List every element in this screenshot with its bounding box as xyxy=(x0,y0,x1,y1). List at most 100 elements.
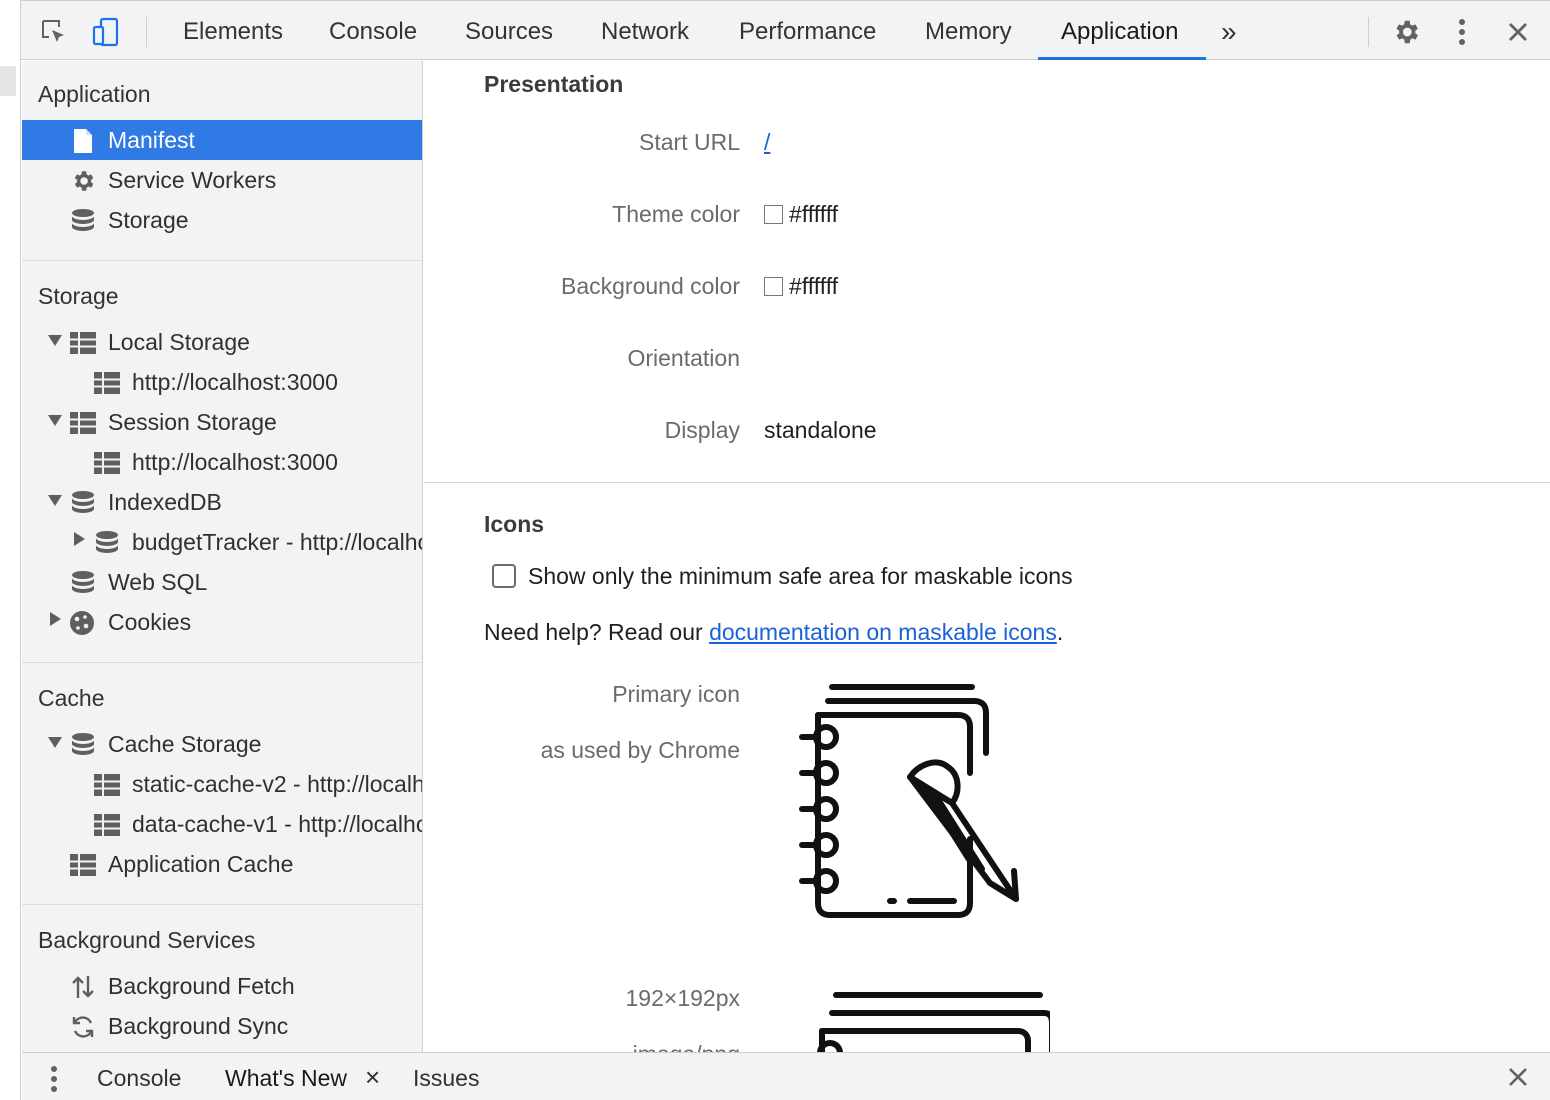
toolbar-separator xyxy=(146,17,147,47)
background-color-text: #ffffff xyxy=(789,273,839,299)
tab-elements[interactable]: Elements xyxy=(183,1,283,60)
sync-icon xyxy=(70,1014,96,1040)
close-drawer-icon[interactable] xyxy=(1508,1067,1528,1092)
drawer-tab-whats-new[interactable]: What's New xyxy=(225,1065,347,1092)
color-swatch xyxy=(764,277,783,296)
section-title-application: Application xyxy=(38,81,151,107)
inspect-element-icon[interactable] xyxy=(37,15,71,49)
device-toolbar-icon[interactable] xyxy=(89,15,123,49)
sidebar-item-label: Cookies xyxy=(108,609,192,635)
sidebar-item-application-cache[interactable]: Application Cache xyxy=(22,844,422,884)
sidebar-item-label: IndexedDB xyxy=(108,489,222,515)
sidebar-item-label: Manifest xyxy=(108,127,195,153)
maskable-checkbox-label: Show only the minimum safe area for mask… xyxy=(528,563,1073,589)
sidebar-item-label: http://localhost:3000 xyxy=(132,369,338,395)
theme-color-text: #ffffff xyxy=(789,201,839,227)
expand-arrow-icon[interactable] xyxy=(48,495,62,506)
more-tabs-icon[interactable]: » xyxy=(1221,1,1237,60)
section-divider xyxy=(22,662,422,663)
expand-arrow-icon[interactable] xyxy=(48,335,62,346)
theme-color-value: #ffffff xyxy=(764,201,838,228)
section-title-storage: Storage xyxy=(38,283,119,309)
sidebar-item-indexeddb[interactable]: IndexedDB xyxy=(22,482,422,522)
sidebar-item-label: Background Fetch xyxy=(108,973,295,999)
sidebar-item-static-cache[interactable]: static-cache-v2 - http://localhost:3000 xyxy=(22,764,422,804)
primary-icon-label: Primary icon xyxy=(612,681,740,707)
sidebar-item-web-sql[interactable]: Web SQL xyxy=(22,562,422,602)
sidebar-item-session-storage-origin[interactable]: http://localhost:3000 xyxy=(22,442,422,482)
grid-icon xyxy=(94,370,120,396)
tab-memory[interactable]: Memory xyxy=(925,1,1012,60)
primary-icon-sublabel: as used by Chrome xyxy=(540,737,740,763)
settings-gear-icon[interactable] xyxy=(1389,15,1423,49)
sidebar-item-label: Application Cache xyxy=(108,851,294,877)
sidebar-item-indexeddb-budgettracker[interactable]: budgetTracker - http://localhost:3000 xyxy=(22,522,422,562)
sidebar-item-label: Storage xyxy=(108,207,189,233)
gear-icon xyxy=(70,168,96,194)
sidebar-item-background-sync[interactable]: Background Sync xyxy=(22,1006,422,1046)
section-title-cache: Cache xyxy=(38,685,105,711)
maskable-docs-link[interactable]: documentation on maskable icons xyxy=(709,619,1057,645)
more-vertical-icon[interactable] xyxy=(1445,15,1479,49)
close-tab-icon[interactable]: × xyxy=(365,1062,380,1093)
scroll-marker xyxy=(0,66,16,96)
grid-icon xyxy=(94,812,120,838)
grid-icon xyxy=(94,772,120,798)
sidebar-item-manifest[interactable]: Manifest xyxy=(22,120,422,160)
sidebar-item-cache-storage[interactable]: Cache Storage xyxy=(22,724,422,764)
drawer-tab-console[interactable]: Console xyxy=(97,1065,181,1092)
sidebar-item-local-storage-origin[interactable]: http://localhost:3000 xyxy=(22,362,422,402)
help-text: Need help? Read our documentation on mas… xyxy=(484,619,1063,646)
tab-network[interactable]: Network xyxy=(601,1,689,60)
icon-type-label: image/png xyxy=(424,1041,740,1052)
grid-icon xyxy=(70,410,96,436)
sidebar-item-background-fetch[interactable]: Background Fetch xyxy=(22,966,422,1006)
help-suffix: . xyxy=(1056,619,1064,645)
section-heading-icons: Icons xyxy=(484,511,545,537)
start-url-label: Start URL xyxy=(639,129,740,155)
tab-console[interactable]: Console xyxy=(329,1,417,60)
database-icon xyxy=(70,208,96,234)
start-url-link[interactable]: / xyxy=(764,129,770,156)
section-divider xyxy=(424,482,1550,483)
color-swatch xyxy=(764,205,783,224)
tab-sources[interactable]: Sources xyxy=(465,1,553,60)
grid-icon xyxy=(70,852,96,878)
expand-arrow-icon[interactable] xyxy=(74,532,85,546)
help-prefix: Need help? Read our xyxy=(484,619,710,645)
expand-arrow-icon[interactable] xyxy=(48,415,62,426)
display-value: standalone xyxy=(764,417,877,443)
maskable-safe-area-checkbox[interactable] xyxy=(492,564,516,588)
drawer-tab-issues[interactable]: Issues xyxy=(413,1065,479,1092)
close-icon[interactable] xyxy=(1501,15,1535,49)
expand-arrow-icon[interactable] xyxy=(48,737,62,748)
tab-performance[interactable]: Performance xyxy=(739,1,876,60)
sidebar-item-local-storage[interactable]: Local Storage xyxy=(22,322,422,362)
section-title-background-services: Background Services xyxy=(38,927,256,953)
sidebar-item-data-cache[interactable]: data-cache-v1 - http://localhost:3000 xyxy=(22,804,422,844)
expand-arrow-icon[interactable] xyxy=(50,612,61,626)
sidebar-item-storage[interactable]: Storage xyxy=(22,200,422,240)
notebook-icon-192 xyxy=(810,989,1055,1052)
manifest-panel: Presentation Start URL / Theme color #ff… xyxy=(424,61,1550,1052)
database-icon xyxy=(70,570,96,596)
tab-application[interactable]: Application xyxy=(1061,1,1178,60)
drawer-menu-icon[interactable] xyxy=(50,1065,58,1098)
notebook-pencil-icon xyxy=(794,679,1034,934)
sidebar-item-service-workers[interactable]: Service Workers xyxy=(22,160,422,200)
grid-icon xyxy=(70,330,96,356)
sidebar-item-label: http://localhost:3000 xyxy=(132,449,338,475)
sidebar-item-label: Session Storage xyxy=(108,409,277,435)
background-color-label: Background color xyxy=(561,273,740,299)
sidebar-item-cookies[interactable]: Cookies xyxy=(22,602,422,642)
sidebar-item-label: budgetTracker - http://localhost:3000 xyxy=(132,529,422,555)
application-sidebar: Application Manifest Service Workers Sto… xyxy=(22,61,423,1052)
cookie-icon xyxy=(69,610,95,636)
sidebar-item-session-storage[interactable]: Session Storage xyxy=(22,402,422,442)
sidebar-item-label: Web SQL xyxy=(108,569,208,595)
database-icon xyxy=(70,732,96,758)
drawer-tabbar: Console What's New × Issues xyxy=(22,1052,1550,1100)
theme-color-label: Theme color xyxy=(612,201,740,227)
grid-icon xyxy=(94,450,120,476)
active-tab-indicator xyxy=(1038,57,1206,60)
